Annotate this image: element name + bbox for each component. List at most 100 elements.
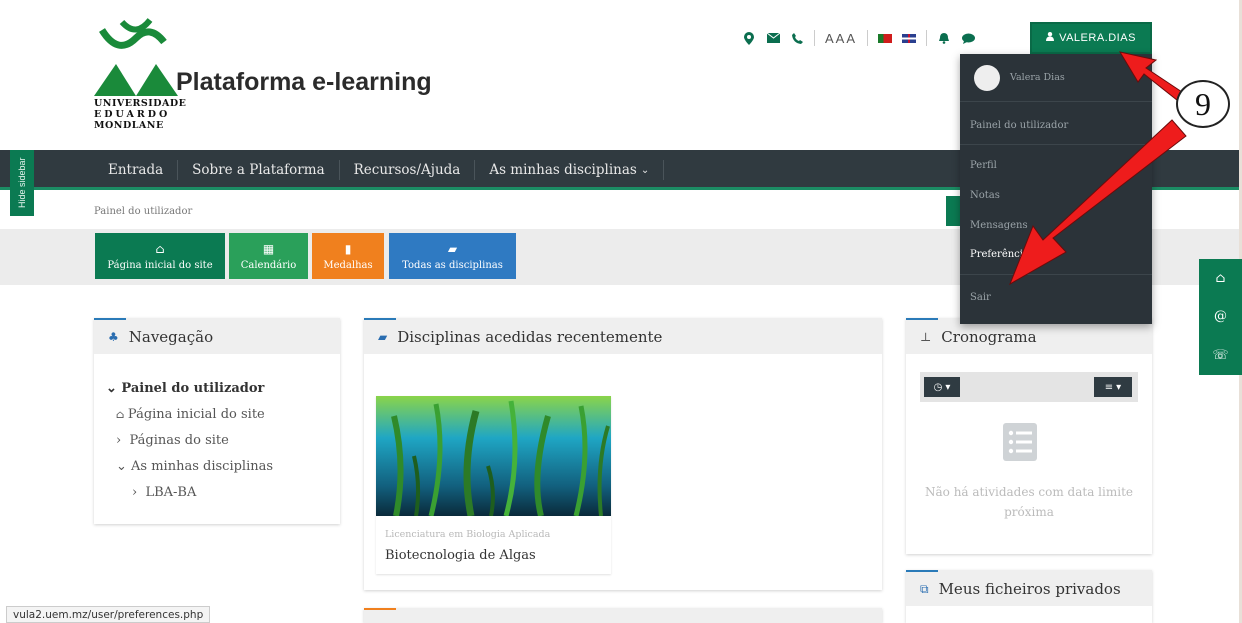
timeline-title: Cronograma: [941, 328, 1037, 346]
floating-quick-menu: ⌂ @ ☏: [1199, 259, 1242, 375]
menu-item-profile[interactable]: Perfil: [970, 160, 997, 171]
quick-calendar-button[interactable]: ▦ Calendário: [229, 233, 308, 279]
nav-item-recursos[interactable]: Recursos/Ajuda: [340, 160, 476, 180]
course-name[interactable]: Biotecnologia de Algas: [385, 548, 536, 563]
quick-calendar-label: Calendário: [240, 259, 297, 271]
tree-item-course[interactable]: › LBA-BA: [106, 480, 273, 506]
chat-icon[interactable]: [961, 31, 975, 45]
navigation-block-header: ♣ Navegação: [94, 318, 340, 354]
divider: [867, 30, 869, 46]
header-accent: [364, 318, 396, 320]
header-accent: [364, 608, 396, 610]
home-icon: ⌂: [155, 241, 165, 256]
header-accent: [94, 318, 126, 320]
user-menu-header: Valera Dias: [960, 54, 1152, 102]
navigation-block: ♣ Navegação ⌄ Painel do utilizador ⌂ Pág…: [94, 318, 340, 524]
clock-icon: ◷: [933, 381, 943, 393]
portuguese-flag-icon[interactable]: [878, 33, 893, 43]
main-nav-links: Entrada Sobre a Plataforma Recursos/Ajud…: [94, 150, 665, 190]
chevron-down-icon: ⌄: [106, 381, 122, 396]
phone-icon[interactable]: ☏: [1212, 348, 1228, 363]
private-files-title: Meus ficheiros privados: [938, 580, 1121, 598]
user-icon: [1046, 32, 1055, 44]
course-card[interactable]: Licenciatura em Biologia Aplicada Biotec…: [376, 396, 611, 574]
chevron-right-icon: ›: [132, 485, 146, 500]
quick-all-courses-label: Todas as disciplinas: [402, 259, 503, 271]
header-accent: [906, 318, 938, 320]
recent-courses-header: ▰ Disciplinas acedidas recentemente: [364, 318, 882, 354]
english-flag-icon[interactable]: [902, 33, 917, 43]
quick-all-courses-button[interactable]: ▰ Todas as disciplinas: [389, 233, 516, 279]
quick-home-button[interactable]: ⌂ Página inicial do site: [95, 233, 225, 279]
caret-down-icon: ▾: [945, 381, 951, 393]
timeline-block: ⊥ Cronograma ◷ ▾ ≡ ▾ Não há atividades com…: [906, 318, 1152, 554]
bell-icon[interactable]: [937, 31, 951, 45]
university-line-2: EDUARDO: [94, 109, 171, 120]
quick-medals-button[interactable]: ▮ Medalhas: [312, 233, 384, 279]
envelope-icon[interactable]: [766, 31, 780, 45]
map-marker-icon[interactable]: [742, 31, 756, 45]
tree-item-dashboard[interactable]: ⌄ Painel do utilizador: [106, 376, 273, 402]
header-accent: [906, 570, 938, 572]
pin-icon: ⊥: [920, 330, 932, 344]
at-icon[interactable]: @: [1214, 309, 1227, 324]
tree-item-my-courses[interactable]: ⌄ As minhas disciplinas: [106, 454, 273, 480]
menu-item-dashboard[interactable]: Painel do utilizador: [970, 120, 1068, 131]
tree-item-label: As minhas disciplinas: [131, 459, 274, 474]
timeline-sort-dropdown[interactable]: ≡ ▾: [1094, 377, 1132, 397]
caret-down-icon: ▾: [1116, 381, 1122, 393]
user-dropdown-menu: Valera Dias Painel do utilizador Perfil …: [960, 54, 1152, 324]
university-line-1: UNIVERSIDADE: [94, 98, 187, 109]
university-line-3: MONDLANE: [94, 120, 164, 131]
nav-item-sobre[interactable]: Sobre a Plataforma: [178, 160, 340, 180]
phone-icon[interactable]: [790, 31, 804, 45]
chevron-right-icon: ›: [116, 433, 130, 448]
menu-item-grades[interactable]: Notas: [970, 190, 1000, 201]
divider: [814, 30, 815, 46]
user-full-name: Valera Dias: [1010, 72, 1065, 83]
menu-divider: [960, 274, 1152, 275]
font-size-toggle[interactable]: AAA: [825, 31, 857, 46]
sitemap-icon: ♣: [108, 330, 119, 344]
timeline-toolbar: ◷ ▾ ≡ ▾: [920, 372, 1138, 402]
bookmark-icon: ▮: [344, 241, 352, 256]
book-icon: ▰: [447, 241, 458, 256]
customize-page-button[interactable]: [946, 196, 960, 226]
menu-item-preferences[interactable]: Preferências: [970, 249, 1034, 260]
step-number-badge: 9: [1176, 80, 1230, 128]
navigation-block-title: Navegação: [128, 328, 214, 346]
home-icon: ⌂: [116, 408, 128, 421]
home-icon[interactable]: ⌂: [1216, 271, 1226, 286]
nav-item-entrada[interactable]: Entrada: [94, 160, 179, 180]
status-bar-url: vula2.uem.mz/user/preferences.php: [6, 606, 211, 623]
nav-item-label: As minhas disciplinas: [489, 162, 637, 178]
hide-sidebar-tab[interactable]: Hide sidebar: [10, 150, 34, 216]
tree-item-label: LBA-BA: [145, 485, 197, 500]
tree-item-site-pages[interactable]: › Páginas do site: [106, 428, 273, 454]
user-menu-button[interactable]: VALERA.DIAS: [1030, 22, 1152, 54]
partial-block: [364, 608, 882, 623]
book-icon: ▰: [378, 330, 388, 344]
private-files-header: ⧉ Meus ficheiros privados: [906, 570, 1152, 606]
recent-courses-title: Disciplinas acedidas recentemente: [397, 328, 663, 346]
uem-logo: [94, 18, 178, 96]
breadcrumb[interactable]: Painel do utilizador: [94, 206, 192, 217]
timeline-filter-dropdown[interactable]: ◷ ▾: [924, 377, 960, 397]
nav-item-minhas-disciplinas[interactable]: As minhas disciplinas ⌄: [475, 160, 665, 180]
navigation-tree: ⌄ Painel do utilizador ⌂ Página inicial …: [106, 376, 273, 506]
menu-item-messages[interactable]: Mensagens: [970, 220, 1028, 231]
divider: [926, 30, 928, 46]
menu-divider: [960, 144, 1152, 145]
sort-icon: ≡: [1104, 381, 1114, 393]
empty-list-icon: [1003, 423, 1037, 461]
quick-medals-label: Medalhas: [323, 259, 373, 271]
tree-item-label: Páginas do site: [129, 433, 229, 448]
menu-item-logout[interactable]: Sair: [970, 292, 991, 303]
files-icon: ⧉: [920, 581, 929, 596]
platform-title: Plataforma e-learning: [176, 68, 432, 96]
tree-item-site-home[interactable]: ⌂ Página inicial do site: [106, 402, 273, 428]
recent-courses-block: ▰ Disciplinas acedidas recentemente Lice…: [364, 318, 882, 590]
private-files-block: ⧉ Meus ficheiros privados: [906, 570, 1152, 623]
timeline-empty-message: Não há atividades com data limite próxim…: [925, 485, 1133, 519]
user-button-label: VALERA.DIAS: [1059, 32, 1136, 44]
